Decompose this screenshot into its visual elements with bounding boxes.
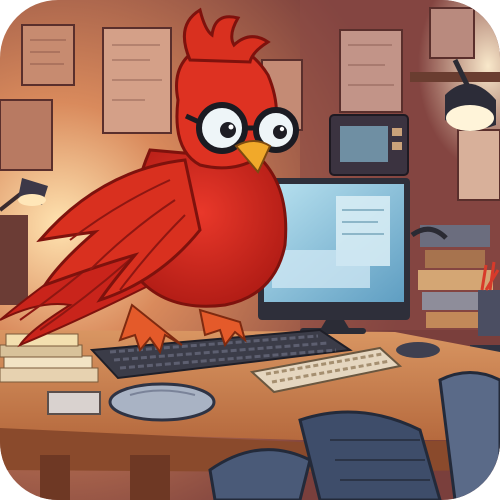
cardinal-at-computer-illustration: [0, 0, 500, 500]
poster: [21, 24, 75, 86]
screen-window: [272, 250, 370, 288]
left-cabinet: [0, 215, 28, 305]
small-notebook: [47, 391, 101, 415]
wall-shelf: [410, 72, 500, 82]
wall-radio-device: [329, 114, 409, 176]
illustration-frame: [0, 0, 500, 500]
bird-eye: [273, 125, 287, 139]
desk-leg: [130, 455, 170, 500]
bird-eye: [220, 122, 236, 138]
second-mouse: [396, 342, 440, 358]
poster: [429, 7, 475, 59]
poster: [0, 99, 53, 171]
desk-leg: [40, 455, 70, 500]
poster: [339, 29, 403, 113]
computer-mouse: [108, 382, 216, 422]
poster: [457, 129, 500, 201]
